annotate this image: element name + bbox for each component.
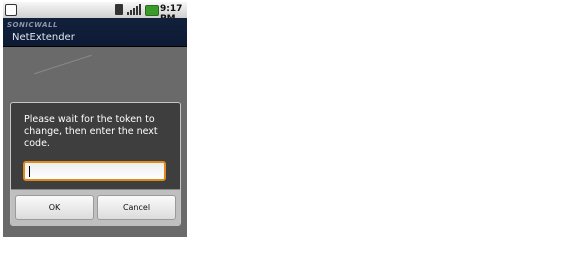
dialog-button-bar: OK Cancel xyxy=(11,189,180,226)
app-title: NetExtender xyxy=(12,32,75,43)
phone-screen: 9:17 PM SONICWALL NetExtender Please wai… xyxy=(3,2,187,237)
token-dialog: Please wait for the token to change, the… xyxy=(10,102,181,226)
notification-icon xyxy=(5,4,17,16)
text-caret xyxy=(29,166,30,177)
ok-button[interactable]: OK xyxy=(15,195,94,220)
dialog-message: Please wait for the token to change, the… xyxy=(24,114,158,149)
app-title-bar: SONICWALL NetExtender xyxy=(3,18,187,47)
brand-logo: SONICWALL xyxy=(7,21,58,29)
token-code-input[interactable] xyxy=(23,161,166,181)
battery-icon xyxy=(145,5,159,16)
signal-icon xyxy=(127,4,141,15)
status-bar: 9:17 PM xyxy=(3,2,187,24)
sd-card-icon xyxy=(115,4,123,15)
background-divider xyxy=(34,54,92,75)
cancel-button[interactable]: Cancel xyxy=(97,195,176,220)
